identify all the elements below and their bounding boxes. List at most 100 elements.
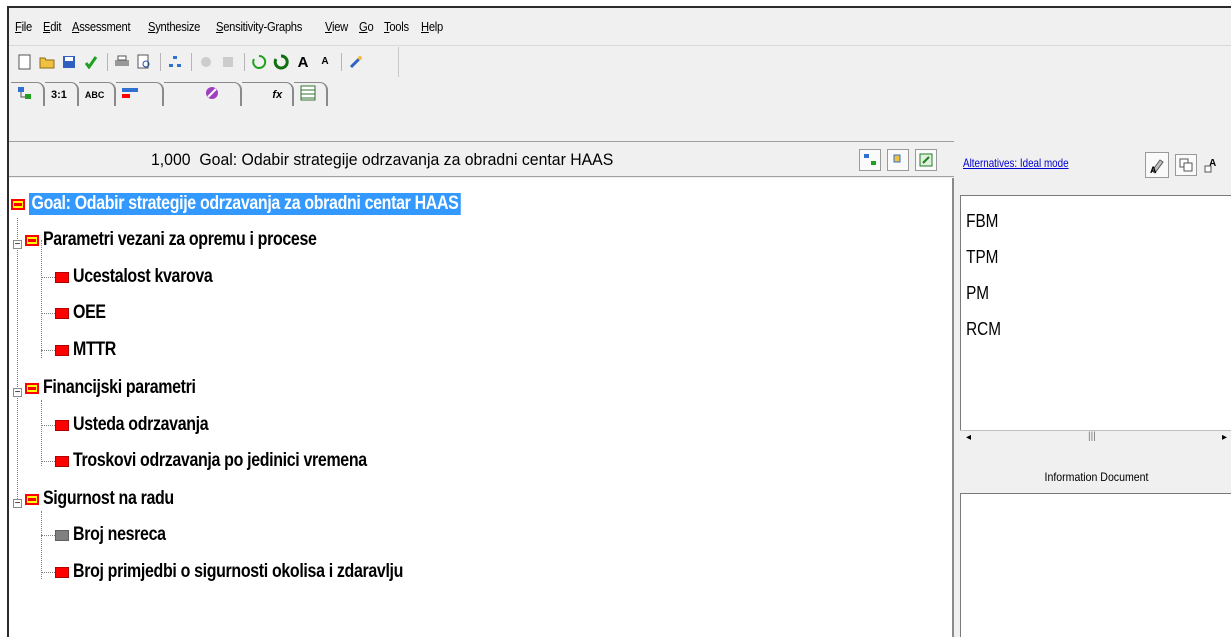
alternative-item[interactable]: TPM	[961, 239, 1191, 275]
tree-connector	[41, 277, 55, 278]
tree-connector	[41, 350, 55, 351]
edit-node-icon[interactable]	[915, 149, 937, 171]
group-node-icon	[25, 382, 39, 394]
toolbar-separator	[191, 53, 192, 71]
font-smaller-icon[interactable]: A	[315, 52, 335, 72]
toolbar-separator	[244, 53, 245, 71]
tab-verbal[interactable]: ABC	[78, 82, 117, 106]
synthesize-all-icon[interactable]	[271, 52, 291, 72]
tab-formula[interactable]: fx	[242, 82, 295, 106]
node-view-icon[interactable]	[887, 149, 909, 171]
new-file-icon[interactable]	[15, 52, 35, 72]
tree-node-leaf[interactable]: Troskovi odrzavanja po jedinici vremena	[55, 448, 423, 474]
goal-priority: 1,000	[151, 150, 191, 169]
group-label: Financijski parametri	[43, 377, 196, 398]
open-folder-icon[interactable]	[37, 52, 57, 72]
collapse-toggle-icon[interactable]: −	[13, 499, 22, 509]
tree-node-group[interactable]: Financijski parametri	[25, 375, 225, 401]
font-larger-icon[interactable]: A	[293, 52, 313, 72]
horizontal-scrollbar[interactable]: ◂ ||| ▸	[960, 430, 1231, 447]
print-icon[interactable]	[112, 52, 132, 72]
alternatives-list: FBM TPM PM RCM	[960, 195, 1231, 447]
goal-header-bar: 1,000 Goal: Odabir strategije odrzavanja…	[9, 141, 954, 177]
group-node-icon	[25, 234, 39, 246]
tab-tree-view[interactable]	[11, 82, 45, 106]
goal-node-icon	[11, 198, 25, 210]
tree-connector	[17, 218, 18, 501]
leaf-node-icon	[55, 455, 69, 467]
menu-assessment[interactable]: Assessment	[72, 19, 131, 34]
menu-bar: File Edit Assessment Synthesize Sensitiv…	[9, 8, 1231, 46]
menu-go[interactable]: Go	[359, 19, 374, 34]
leaf-label: MTTR	[73, 339, 116, 360]
disabled-tool-icon	[196, 52, 216, 72]
information-document-label: Information Document	[1044, 470, 1149, 484]
menu-file[interactable]: File	[15, 19, 32, 34]
menu-edit[interactable]: Edit	[43, 19, 62, 34]
tree-node-leaf[interactable]: MTTR	[55, 337, 124, 363]
tree-connector	[41, 400, 42, 466]
scroll-thumb-grip-icon[interactable]: |||	[1088, 431, 1096, 442]
menu-tools[interactable]: Tools	[384, 19, 409, 34]
scroll-right-icon[interactable]: ▸	[1222, 432, 1227, 443]
toolbar-separator	[341, 53, 342, 71]
leaf-node-icon	[55, 419, 69, 431]
checkmark-icon[interactable]	[81, 52, 101, 72]
information-document-pane[interactable]	[960, 493, 1231, 637]
alternative-item[interactable]: PM	[961, 275, 1191, 311]
tree-node-leaf[interactable]: Ucestalost kvarova	[55, 264, 239, 290]
menu-help[interactable]: Help	[421, 19, 443, 34]
hierarchy-icon[interactable]	[165, 52, 185, 72]
disabled-tool-icon	[218, 52, 238, 72]
tree-node-group[interactable]: Parametri vezani za opremu i procese	[25, 227, 369, 253]
tab-graphical[interactable]	[116, 82, 165, 106]
leaf-node-icon	[55, 307, 69, 319]
goal-label: Goal: Odabir strategije odrzavanja za ob…	[29, 193, 461, 215]
tree-view-toggle-icon[interactable]	[859, 149, 881, 171]
tab-data-grid[interactable]	[294, 82, 329, 106]
group-label: Parametri vezani za opremu i procese	[43, 229, 317, 250]
menu-view[interactable]: View	[325, 19, 348, 34]
copy-alternatives-icon[interactable]	[1175, 154, 1197, 176]
menu-sensitivity-graphs[interactable]: Sensitivity-Graphs	[216, 19, 302, 34]
tree-node-leaf[interactable]: Broj nesreca	[55, 522, 183, 548]
alternative-item[interactable]: RCM	[961, 311, 1191, 347]
add-alternative-icon[interactable]: A	[1201, 154, 1221, 176]
mode-tabs: 3:1 ABC fx	[9, 78, 409, 106]
data-grid-icon	[300, 85, 316, 104]
tree-connector	[41, 313, 55, 314]
group-label: Sigurnost na radu	[43, 488, 174, 509]
tab-questionnaire[interactable]	[164, 82, 243, 106]
tools-icon[interactable]	[346, 52, 366, 72]
tree-node-leaf[interactable]: OEE	[55, 300, 112, 326]
tree-node-goal[interactable]: Goal: Odabir strategije odrzavanja za ob…	[11, 191, 543, 217]
scroll-left-icon[interactable]: ◂	[966, 432, 971, 443]
tree-node-group[interactable]: Sigurnost na radu	[25, 486, 199, 512]
collapse-toggle-icon[interactable]: −	[13, 240, 22, 250]
leaf-node-icon	[55, 566, 69, 578]
alternatives-mode-link[interactable]: Alternatives: Ideal mode	[963, 156, 1069, 170]
goal-header-label: Goal: Odabir strategije odrzavanja za ob…	[199, 150, 614, 169]
tree-node-leaf[interactable]: Usteda odrzavanja	[55, 412, 234, 438]
toolbar: A A	[9, 47, 399, 77]
toolbar-separator	[107, 53, 108, 71]
tree-connector	[41, 240, 42, 358]
leaf-node-icon	[55, 529, 69, 541]
tree-node-leaf[interactable]: Broj primjedbi o sigurnosti okolisa i zd…	[55, 559, 466, 585]
synthesize-icon[interactable]	[249, 52, 269, 72]
questionnaire-icon	[204, 85, 220, 104]
tree-connector	[41, 572, 55, 573]
collapse-toggle-icon[interactable]: −	[13, 388, 22, 398]
tree-connector	[41, 535, 55, 536]
save-icon[interactable]	[59, 52, 79, 72]
svg-text:A: A	[1150, 165, 1157, 174]
tab-numerical[interactable]: 3:1	[45, 82, 79, 106]
print-preview-icon[interactable]	[134, 52, 154, 72]
leaf-label: OEE	[73, 302, 106, 323]
toolbar-separator	[160, 53, 161, 71]
tree-view-icon	[17, 86, 33, 103]
edit-alternatives-icon[interactable]: A	[1145, 152, 1169, 178]
menu-synthesize[interactable]: Synthesize	[148, 19, 200, 34]
group-node-icon	[25, 493, 39, 505]
alternative-item[interactable]: FBM	[961, 203, 1191, 239]
